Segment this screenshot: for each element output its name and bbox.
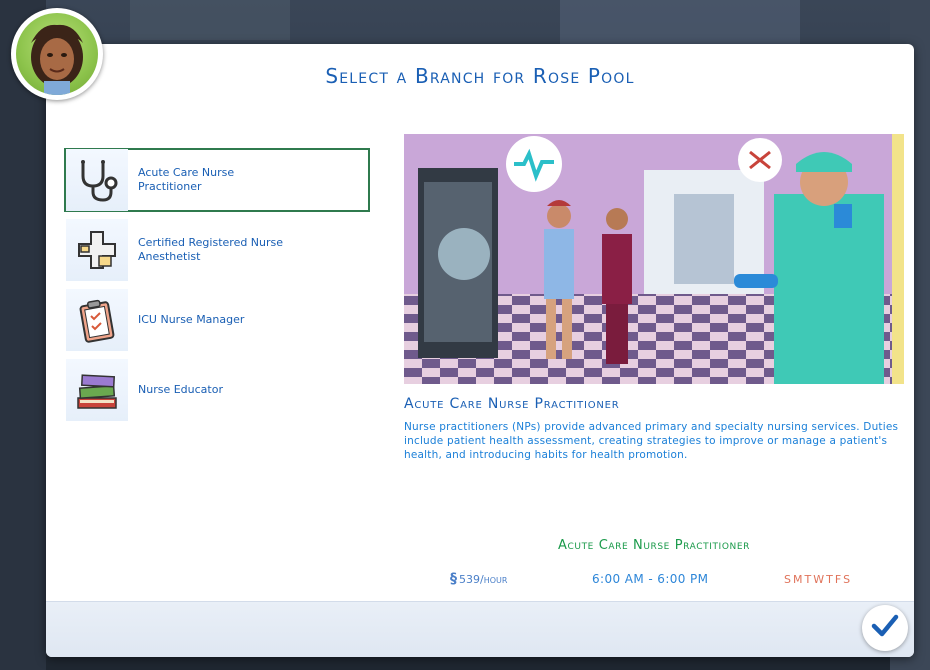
dialog-title: Select a Branch for Rose Pool xyxy=(325,64,635,88)
branch-label: Nurse Educator xyxy=(138,383,223,396)
branch-list: Acute Care Nurse Practitioner Certified … xyxy=(64,148,370,428)
career-title: Acute Care Nurse Practitioner xyxy=(404,396,620,412)
clipboard-icon xyxy=(66,289,128,351)
career-description: Nurse practitioners (NPs) provide advanc… xyxy=(404,421,899,461)
branch-item-nurse-anesthetist[interactable]: Certified Registered Nurse Anesthetist xyxy=(64,218,370,282)
branch-item-acute-care[interactable]: Acute Care Nurse Practitioner xyxy=(64,148,370,212)
checkmark-icon xyxy=(870,611,900,645)
day-fri: F xyxy=(834,573,843,586)
branch-label: ICU Nurse Manager xyxy=(138,313,245,326)
day-tue: T xyxy=(804,573,813,586)
books-icon xyxy=(66,359,128,421)
career-summary-name: Acute Care Nurse Practitioner xyxy=(558,538,750,553)
branch-label: Certified Registered Nurse Anesthetist xyxy=(138,236,284,263)
branch-label: Acute Care Nurse Practitioner xyxy=(138,166,235,193)
work-days: S M T W T F S xyxy=(784,573,852,586)
branch-item-icu-nurse-manager[interactable]: ICU Nurse Manager xyxy=(64,288,370,352)
pay-unit: /hour xyxy=(480,572,508,586)
medical-cross-icon xyxy=(66,219,128,281)
sim-avatar xyxy=(11,8,103,100)
career-preview-image xyxy=(404,134,904,384)
day-wed: W xyxy=(813,573,826,586)
day-sun: S xyxy=(784,573,792,586)
dialog-footer xyxy=(46,601,914,657)
day-mon: M xyxy=(792,573,804,586)
pay-rate: § 539 /hour xyxy=(450,571,507,587)
branch-selection-dialog: Select a Branch for Rose Pool Acute Care… xyxy=(46,44,914,657)
stethoscope-icon xyxy=(66,149,128,211)
branch-item-nurse-educator[interactable]: Nurse Educator xyxy=(64,358,370,422)
work-hours: 6:00 AM - 6:00 PM xyxy=(592,572,709,586)
day-sat: S xyxy=(843,573,852,586)
pay-amount: 539 xyxy=(459,572,480,586)
day-thu: T xyxy=(826,573,834,586)
simoleon-icon: § xyxy=(450,571,457,587)
confirm-button[interactable] xyxy=(862,605,908,651)
